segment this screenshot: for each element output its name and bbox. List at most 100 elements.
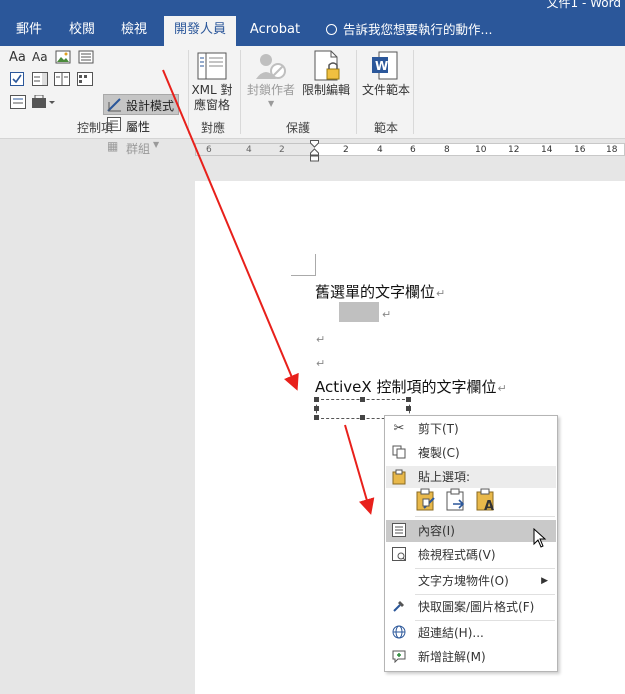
- ruler-tick: 16: [574, 145, 586, 155]
- resize-handle[interactable]: [314, 406, 319, 411]
- tab-acrobat[interactable]: Acrobat: [244, 18, 306, 42]
- combo-box-control-icon[interactable]: [32, 72, 48, 90]
- resize-handle[interactable]: [360, 415, 365, 420]
- menu-item-label: 快取圖案/圖片格式(F): [418, 600, 535, 614]
- resize-handle[interactable]: [406, 397, 411, 402]
- tab-mailings[interactable]: 郵件: [6, 18, 52, 42]
- dropdown-list-control-icon[interactable]: [54, 72, 70, 90]
- menu-item-new-comment[interactable]: 新增註解(M): [386, 646, 556, 668]
- controls-group-label: 控制項: [76, 121, 113, 135]
- window-title: 文件1 - Word: [546, 0, 621, 10]
- menu-item-label: 內容(I): [418, 524, 455, 538]
- checkbox-control-icon[interactable]: [10, 72, 24, 90]
- menu-item-label: 檢視程式碼(V): [418, 548, 496, 562]
- group-icon: ▦: [107, 139, 119, 153]
- restrict-editing-icon: [312, 50, 342, 85]
- block-authors-dropdown-icon: ▼: [268, 99, 275, 108]
- ruler-tick: 12: [508, 145, 520, 155]
- format-shape-icon: [391, 599, 407, 615]
- protect-group-label: 保護: [285, 121, 310, 135]
- tab-view[interactable]: 檢視: [112, 18, 156, 42]
- group-separator: [188, 50, 189, 134]
- menu-item-label: 剪下(T): [418, 422, 459, 436]
- tell-me-box[interactable]: 告訴我您想要執行的動作...: [326, 18, 492, 42]
- templates-group-label: 範本: [373, 121, 398, 135]
- menu-section-label: 貼上選項:: [418, 470, 471, 484]
- ruler-margin-shade: [195, 143, 315, 156]
- paragraph-mark-icon: ↵: [436, 287, 446, 300]
- mouse-cursor-icon: [533, 528, 547, 548]
- picture-control-icon[interactable]: [55, 50, 71, 68]
- group-separator: [356, 50, 357, 134]
- menu-item-label: 超連結(H)...: [418, 626, 484, 640]
- menu-separator: [415, 594, 555, 595]
- xml-pane-label-2: 應窗格: [193, 98, 230, 112]
- building-block-control-icon[interactable]: [78, 50, 94, 68]
- rich-text-control-icon[interactable]: Aa: [9, 50, 26, 65]
- resize-handle[interactable]: [360, 397, 365, 402]
- comment-icon: [391, 649, 407, 665]
- menu-item-hyperlink[interactable]: 超連結(H)...: [386, 622, 556, 644]
- ruler-tick: 14: [541, 145, 553, 155]
- indent-marker-icon[interactable]: [310, 140, 319, 162]
- tell-me-text: 告訴我您想要執行的動作...: [343, 22, 493, 37]
- lightbulb-icon: [326, 24, 337, 35]
- menu-item-properties[interactable]: 內容(I): [386, 520, 556, 542]
- clipboard-icon: [391, 469, 407, 485]
- menu-item-quick-styles[interactable]: 快取圖案/圖片格式(F): [386, 596, 556, 618]
- design-mode-button[interactable]: 設計模式: [103, 94, 179, 115]
- menu-item-label: 文字方塊物件(O): [418, 574, 509, 588]
- group-separator: [240, 50, 241, 134]
- legacy-heading: 舊選單的文字欄位↵: [315, 281, 445, 302]
- legacy-tools-icon[interactable]: [32, 94, 56, 113]
- repeating-section-icon[interactable]: [10, 95, 26, 113]
- menu-item-label: 新增註解(M): [418, 650, 486, 664]
- resize-handle[interactable]: [406, 406, 411, 411]
- menu-separator: [415, 516, 555, 517]
- menu-section-paste-options: 貼上選項:: [386, 466, 556, 488]
- design-mode-label: 設計模式: [126, 99, 175, 113]
- resize-handle[interactable]: [314, 397, 319, 402]
- hyperlink-icon: [391, 625, 407, 641]
- paste-merge-format-icon[interactable]: [445, 488, 467, 512]
- xml-pane-label-1: XML 對: [191, 83, 233, 97]
- paste-keep-source-icon[interactable]: [415, 488, 437, 512]
- menu-item-copy[interactable]: 複製(C): [386, 442, 556, 464]
- group-dropdown-icon: ▼: [153, 140, 160, 149]
- restrict-editing-button[interactable]: 限制編輯: [298, 83, 354, 98]
- design-mode-icon: [107, 98, 123, 115]
- paragraph-mark-icon: ↵: [316, 333, 326, 346]
- menu-item-cut[interactable]: ✂ 剪下(T): [386, 418, 556, 440]
- properties-icon: [391, 523, 407, 539]
- ruler-tick: 2: [343, 145, 349, 155]
- tab-developer[interactable]: 開發人員: [164, 16, 236, 46]
- legacy-text-field[interactable]: [339, 302, 379, 322]
- ruler-tick: 8: [444, 145, 450, 155]
- group-button[interactable]: 群組: [126, 140, 150, 157]
- xml-mapping-pane-icon: [197, 52, 227, 83]
- document-template-icon: W: [371, 51, 399, 84]
- ruler-tick: 10: [475, 145, 487, 155]
- copy-icon: [391, 445, 407, 461]
- date-picker-control-icon[interactable]: [77, 72, 93, 90]
- legacy-heading-text: 舊選單的文字欄位: [315, 283, 436, 301]
- document-template-button[interactable]: 文件範本: [358, 83, 414, 98]
- svg-text:W: W: [375, 59, 388, 73]
- plain-text-control-icon[interactable]: Aa: [32, 50, 48, 64]
- ribbon: Aa Aa 設計模式 屬性 ▦ 群組 ▼ 控制項 XML 對 應窗格 對應 封鎖…: [0, 46, 625, 156]
- ruler-tick: 6: [410, 145, 416, 155]
- paste-text-only-icon[interactable]: A: [475, 488, 497, 512]
- paragraph-mark-icon: ↵: [497, 382, 507, 395]
- ruler-tick: 18: [606, 145, 618, 155]
- paragraph-mark-icon: ↵: [382, 308, 392, 321]
- menu-item-view-code[interactable]: 檢視程式碼(V): [386, 544, 556, 566]
- block-authors-button[interactable]: 封鎖作者: [244, 83, 298, 98]
- menu-item-text-box-object[interactable]: 文字方塊物件(O) ▶: [386, 570, 556, 592]
- xml-mapping-pane-button[interactable]: XML 對 應窗格: [190, 83, 234, 113]
- activex-heading-text: ActiveX 控制項的文字欄位: [315, 378, 497, 396]
- context-menu: ✂ 剪下(T) 複製(C) 貼上選項: A 內容(I) 檢視程式碼(V) 文字方…: [384, 415, 558, 672]
- paragraph-mark-icon: ↵: [316, 357, 326, 370]
- tab-review[interactable]: 校閱: [60, 18, 104, 42]
- resize-handle[interactable]: [314, 415, 319, 420]
- submenu-arrow-icon: ▶: [541, 576, 548, 586]
